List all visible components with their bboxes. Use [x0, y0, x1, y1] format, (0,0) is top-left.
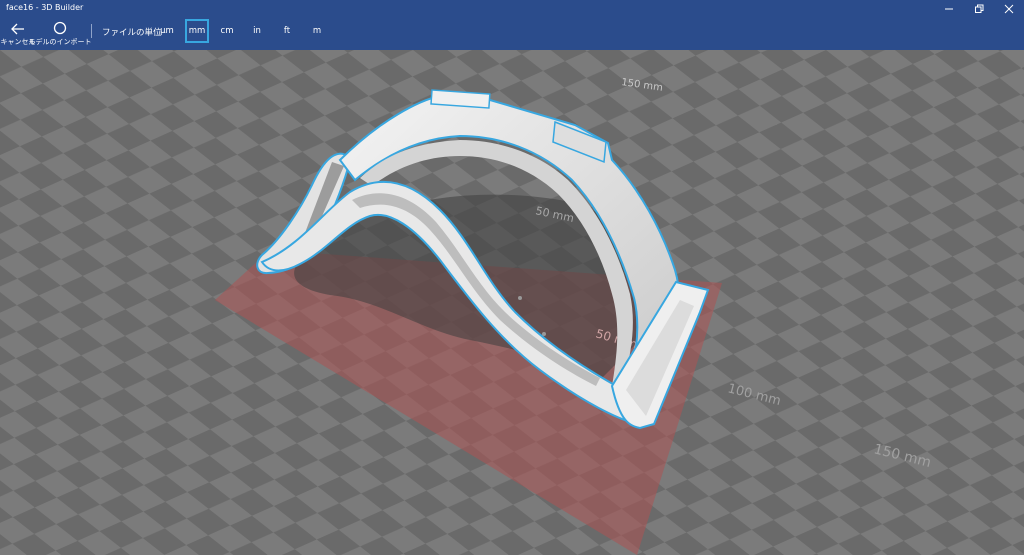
toolbar: キャンセル モデルのインポート ファイルの単位 µm mm cm in ft m: [0, 17, 1024, 50]
unit-mm-label: mm: [188, 26, 206, 36]
circle-icon: [53, 21, 67, 35]
close-icon: [1004, 4, 1014, 13]
unit-m-button[interactable]: m: [305, 19, 329, 43]
import-model-label: モデルのインポート: [28, 38, 92, 46]
restore-icon: [975, 4, 984, 13]
restore-button[interactable]: [964, 0, 994, 17]
unit-cm-button[interactable]: cm: [215, 19, 239, 43]
3d-viewport[interactable]: 150 mm 50 mm 50 mm 100 mm 150 mm: [0, 50, 1024, 555]
unit-um-label: µm: [160, 26, 174, 36]
file-units-label: ファイルの単位: [102, 28, 162, 38]
unit-um-button[interactable]: µm: [155, 19, 179, 43]
minimize-icon: [945, 8, 953, 9]
unit-mm-button[interactable]: mm: [185, 19, 209, 43]
window-title: face16 - 3D Builder: [6, 3, 84, 12]
unit-m-label: m: [312, 26, 322, 36]
unit-cm-label: cm: [220, 26, 234, 36]
back-arrow-icon: [11, 23, 24, 35]
minimize-button[interactable]: [934, 0, 964, 17]
title-bar: face16 - 3D Builder: [0, 0, 1024, 17]
toolbar-separator: [91, 24, 92, 38]
scene-svg[interactable]: 150 mm 50 mm 50 mm 100 mm 150 mm: [0, 50, 1024, 555]
unit-in-button[interactable]: in: [245, 19, 269, 43]
unit-ft-button[interactable]: ft: [275, 19, 299, 43]
close-button[interactable]: [994, 0, 1024, 17]
top-tab: [430, 89, 491, 109]
unit-ft-label: ft: [283, 26, 291, 36]
import-model-button[interactable]: モデルのインポート: [29, 17, 92, 50]
unit-in-label: in: [253, 26, 261, 36]
